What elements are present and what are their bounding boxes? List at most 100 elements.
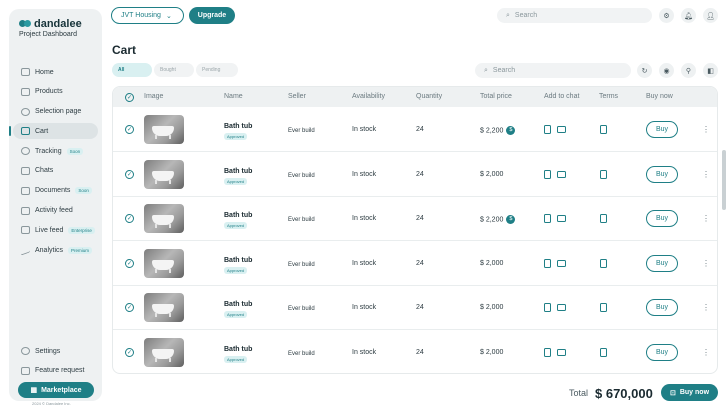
row-checkbox[interactable]: ✓	[125, 169, 134, 179]
sidebar-item-settings[interactable]: Settings	[13, 343, 98, 359]
quantity: 24	[416, 348, 424, 356]
check-circle-icon	[21, 107, 30, 116]
product-name: Bath tub	[224, 123, 253, 130]
sidebar-item-analytics[interactable]: Analytics Premium	[13, 242, 98, 258]
sidebar-item-tracking[interactable]: Tracking Soon	[13, 143, 98, 159]
columns-icon[interactable]: ◧	[703, 63, 718, 78]
document-icon[interactable]	[544, 125, 551, 134]
row-checkbox[interactable]: ✓	[125, 258, 134, 268]
terms-document-icon[interactable]	[600, 258, 607, 268]
sidebar-item-home[interactable]: Home	[13, 64, 98, 80]
table-row[interactable]: ✓ Bath tub Approved Ever build In stock 24 $ 2…	[113, 108, 717, 152]
more-options-icon[interactable]: ⋮	[702, 214, 710, 223]
user-icon[interactable]: 👤︎	[703, 8, 718, 23]
gear-icon	[21, 347, 30, 355]
quantity: 24	[416, 215, 424, 222]
sidebar-item-label: Analytics	[35, 246, 64, 254]
document-icon[interactable]	[544, 347, 551, 357]
sidebar-item-label: Tracking	[35, 147, 62, 155]
sidebar-item-feature-request[interactable]: Feature request	[13, 363, 98, 379]
document-icon[interactable]	[544, 214, 551, 223]
sidebar-item-cart[interactable]: Cart	[9, 123, 98, 140]
sidebar-item-label: Feature request	[35, 367, 85, 375]
chat-icon[interactable]	[557, 259, 566, 267]
row-checkbox[interactable]: ✓	[125, 303, 134, 312]
eye-icon[interactable]: ◉	[659, 63, 674, 78]
sidebar-item-label: Selection page	[35, 108, 82, 116]
marketplace-button[interactable]: ▦ Marketplace	[18, 382, 94, 398]
row-checkbox[interactable]: ✓	[125, 347, 134, 357]
chat-icon	[21, 166, 30, 175]
global-search-input[interactable]: ⌕ Search	[497, 8, 652, 23]
filter-icon[interactable]: ⚲	[681, 63, 696, 78]
more-options-icon[interactable]: ⋮	[702, 170, 710, 179]
filter-bought[interactable]: Bought	[154, 63, 194, 77]
more-options-icon[interactable]: ⋮	[702, 348, 710, 357]
sidebar-item-label: Documents	[35, 187, 71, 195]
row-checkbox[interactable]: ✓	[125, 214, 134, 223]
quantity: 24	[416, 170, 424, 178]
sidebar-item-documents[interactable]: Documents Soon	[13, 183, 98, 199]
buy-button[interactable]: Buy	[646, 121, 678, 138]
table-row[interactable]: ✓ Bath tub Approved Ever build In stock 24 $ 2…	[113, 286, 717, 330]
sidebar-item-live-feed[interactable]: Live feed Enterprise	[13, 222, 98, 238]
chat-icon[interactable]	[557, 170, 566, 178]
document-icon[interactable]	[544, 258, 551, 268]
table-row[interactable]: ✓ Bath tub Approved Ever build In stock 24 $ 2…	[113, 197, 717, 241]
document-icon[interactable]	[544, 303, 551, 312]
dollar-coin-icon: $	[506, 215, 516, 224]
filter-all[interactable]: All	[112, 63, 152, 77]
filter-pending[interactable]: Pending	[196, 63, 238, 77]
terms-document-icon[interactable]	[600, 347, 607, 357]
sidebar-item-label: Cart	[35, 127, 49, 135]
chat-icon[interactable]	[557, 348, 566, 356]
table-row[interactable]: ✓ Bath tub Approved Ever build In stock 24 $ 2…	[113, 331, 717, 374]
bell-icon[interactable]: 🔔︎	[681, 8, 696, 23]
chat-icon[interactable]	[557, 215, 566, 222]
project-select[interactable]: JVT Housing ⌄	[111, 7, 184, 24]
sidebar-item-selection-page[interactable]: Selection page	[13, 104, 98, 120]
terms-document-icon[interactable]	[600, 169, 607, 179]
chat-icon[interactable]	[557, 304, 566, 311]
total-price: $ 2,000	[480, 349, 503, 356]
table-row[interactable]: ✓ Bath tub Approved Ever build In stock 24 $ 2…	[113, 242, 717, 286]
sidebar-item-activity-feed[interactable]: Activity feed	[13, 203, 98, 219]
refresh-icon[interactable]: ↻	[637, 63, 652, 78]
document-icon	[21, 186, 30, 195]
logo[interactable]: dandalee	[19, 18, 82, 30]
terms-document-icon[interactable]	[600, 125, 607, 134]
activity-icon	[21, 206, 30, 215]
sidebar-nav: Home Products Selection page Cart Tracki…	[9, 64, 98, 262]
status-badge: Approved	[224, 266, 248, 274]
sidebar-item-label: Live feed	[35, 226, 64, 234]
table-search-input[interactable]: ⌕ Search	[475, 63, 631, 78]
buy-button[interactable]: Buy	[646, 165, 678, 183]
premium-badge: Premium	[68, 246, 93, 254]
buy-button[interactable]: Buy	[646, 210, 678, 227]
more-options-icon[interactable]: ⋮	[702, 259, 710, 268]
terms-document-icon[interactable]	[600, 214, 607, 223]
enterprise-badge: Enterprise	[68, 226, 95, 234]
more-options-icon[interactable]: ⋮	[702, 303, 710, 312]
more-options-icon[interactable]: ⋮	[702, 125, 710, 134]
buy-button[interactable]: Buy	[646, 254, 678, 272]
price-value: $ 2,200	[480, 216, 504, 224]
row-checkbox[interactable]: ✓	[125, 125, 134, 134]
sidebar-item-chats[interactable]: Chats	[13, 163, 98, 179]
buy-button[interactable]: Buy	[646, 343, 678, 361]
settings-icon[interactable]: ⚙	[659, 8, 674, 23]
document-icon[interactable]	[544, 169, 551, 179]
chat-icon[interactable]	[557, 126, 566, 133]
sidebar-item-products[interactable]: Products	[13, 84, 98, 100]
buy-now-button[interactable]: ⊡ Buy now	[661, 384, 718, 401]
upgrade-button[interactable]: Upgrade	[189, 7, 235, 24]
scrollbar[interactable]	[722, 150, 726, 210]
product-name: Bath tub	[224, 301, 253, 308]
column-header-buy-now: Buy now	[646, 93, 673, 100]
product-image	[144, 115, 184, 144]
buy-button[interactable]: Buy	[646, 299, 678, 316]
marketplace-label: Marketplace	[41, 386, 82, 394]
table-row[interactable]: ✓ Bath tub Approved Ever build In stock 24 $ 2…	[113, 153, 717, 197]
select-all-checkbox[interactable]: ✓	[125, 93, 134, 102]
terms-document-icon[interactable]	[600, 303, 607, 312]
